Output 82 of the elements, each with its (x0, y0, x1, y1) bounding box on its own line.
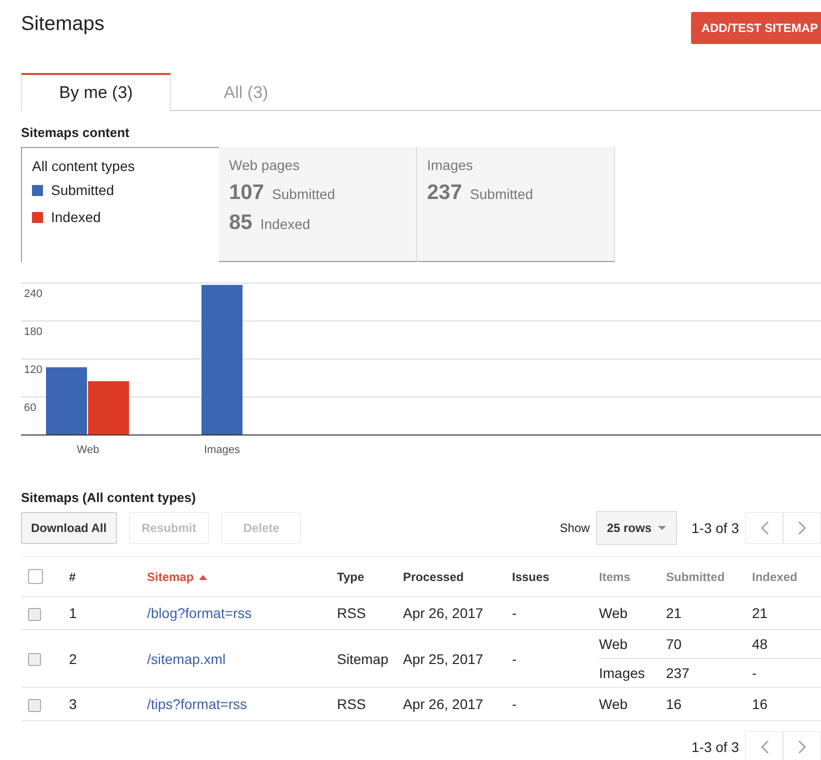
column-header[interactable]: # (69, 570, 76, 584)
table-cell: 2 (69, 650, 77, 666)
bar (46, 367, 87, 435)
table-cell: 48 (752, 636, 768, 652)
stat-value: 107 (229, 181, 264, 205)
stat-value: 237 (427, 181, 462, 205)
table-cell: - (512, 650, 517, 666)
select-all-checkbox[interactable] (28, 569, 43, 584)
table-cell: - (512, 696, 517, 712)
axis-tick-label: 180 (24, 326, 42, 338)
rows-dropdown[interactable]: 25 rows (596, 511, 677, 545)
table-cell: 21 (752, 605, 768, 621)
add-sitemap-button[interactable]: ADD/TEST SITEMAP (691, 12, 821, 44)
table-cell: 70 (666, 636, 682, 652)
content-type-card[interactable]: All content types Submitted Indexed (21, 147, 219, 262)
card-title: Web pages (229, 157, 301, 173)
axis-category-label: Images (204, 444, 240, 456)
chevron-right-icon (798, 521, 806, 535)
column-header[interactable]: Sitemap (147, 570, 194, 584)
section-heading: Sitemaps (All content types) (21, 490, 197, 507)
axis-tick-label: 60 (24, 402, 36, 414)
column-header[interactable]: Type (337, 570, 364, 584)
bar (88, 381, 129, 435)
legend-label: Submitted (51, 182, 114, 198)
column-header[interactable]: Items (599, 570, 630, 584)
row-checkbox[interactable] (28, 653, 41, 666)
tab[interactable]: By me (3) (21, 73, 171, 111)
table-cell: Images (599, 665, 645, 681)
column-header[interactable]: Processed (403, 570, 464, 584)
stat-label: Submitted (470, 186, 534, 202)
table-cell: Apr 25, 2017 (403, 650, 484, 666)
table-cell: Sitemap (337, 650, 388, 666)
column-header[interactable]: Issues (512, 570, 550, 584)
table-cell: - (512, 605, 517, 621)
axis-tick-label: 120 (24, 364, 42, 376)
card-title: All content types (32, 158, 136, 174)
table-cell: RSS (337, 696, 366, 712)
section-heading: Sitemaps content (21, 125, 130, 142)
row-checkbox[interactable] (28, 698, 41, 712)
content-type-card[interactable]: Web pages 107 Submitted 85 Indexed (219, 147, 417, 262)
axis-category-label: Web (76, 444, 100, 456)
next-page-button[interactable] (783, 512, 821, 544)
table-cell: 21 (666, 605, 682, 621)
previous-page-button[interactable] (745, 512, 783, 544)
content-type-card[interactable]: Images 237 Submitted (417, 147, 615, 262)
sitemap-link[interactable]: /tips?format=rss (147, 696, 247, 712)
page-title: Sitemaps (21, 13, 104, 36)
dropdown-value: 25 rows (606, 521, 652, 535)
previous-page-button[interactable] (745, 731, 783, 760)
chevron-left-icon (760, 521, 768, 535)
table-cell: 3 (69, 696, 77, 712)
table-cell: Web (599, 696, 628, 712)
table-cell: Web (599, 636, 628, 652)
sitemap-link[interactable]: /blog?format=rss (147, 605, 252, 621)
table-cell: - (752, 665, 757, 681)
table-cell: 16 (666, 696, 682, 712)
legend-label: Indexed (51, 209, 101, 225)
axis-tick-label: 240 (24, 288, 42, 300)
row-checkbox[interactable] (28, 608, 41, 621)
pager-range: 1-3 of 3 (692, 739, 739, 755)
table-cell: RSS (337, 605, 366, 621)
stat-label: Indexed (260, 216, 310, 232)
table-cell: Apr 26, 2017 (403, 605, 484, 621)
sort-ascending-icon (198, 574, 207, 580)
pager-range: 1-3 of 3 (692, 520, 739, 536)
column-header[interactable]: Indexed (752, 570, 798, 584)
table-cell: 237 (666, 665, 690, 681)
show-label: Show (560, 521, 590, 535)
stat-label: Submitted (272, 186, 336, 202)
stat-value: 85 (229, 211, 252, 235)
sitemap-link[interactable]: /sitemap.xml (147, 650, 226, 666)
toolbar-button[interactable]: Download All (21, 512, 117, 544)
table-cell: 16 (752, 696, 768, 712)
chevron-left-icon (760, 740, 768, 754)
next-page-button[interactable] (783, 731, 821, 760)
chevron-right-icon (798, 740, 806, 754)
caret-icon (658, 526, 666, 530)
table-cell: Apr 26, 2017 (403, 696, 484, 712)
column-header[interactable]: Submitted (666, 570, 725, 584)
table-cell: 1 (69, 605, 77, 621)
card-title: Images (427, 157, 474, 173)
table-cell: Web (599, 605, 628, 621)
